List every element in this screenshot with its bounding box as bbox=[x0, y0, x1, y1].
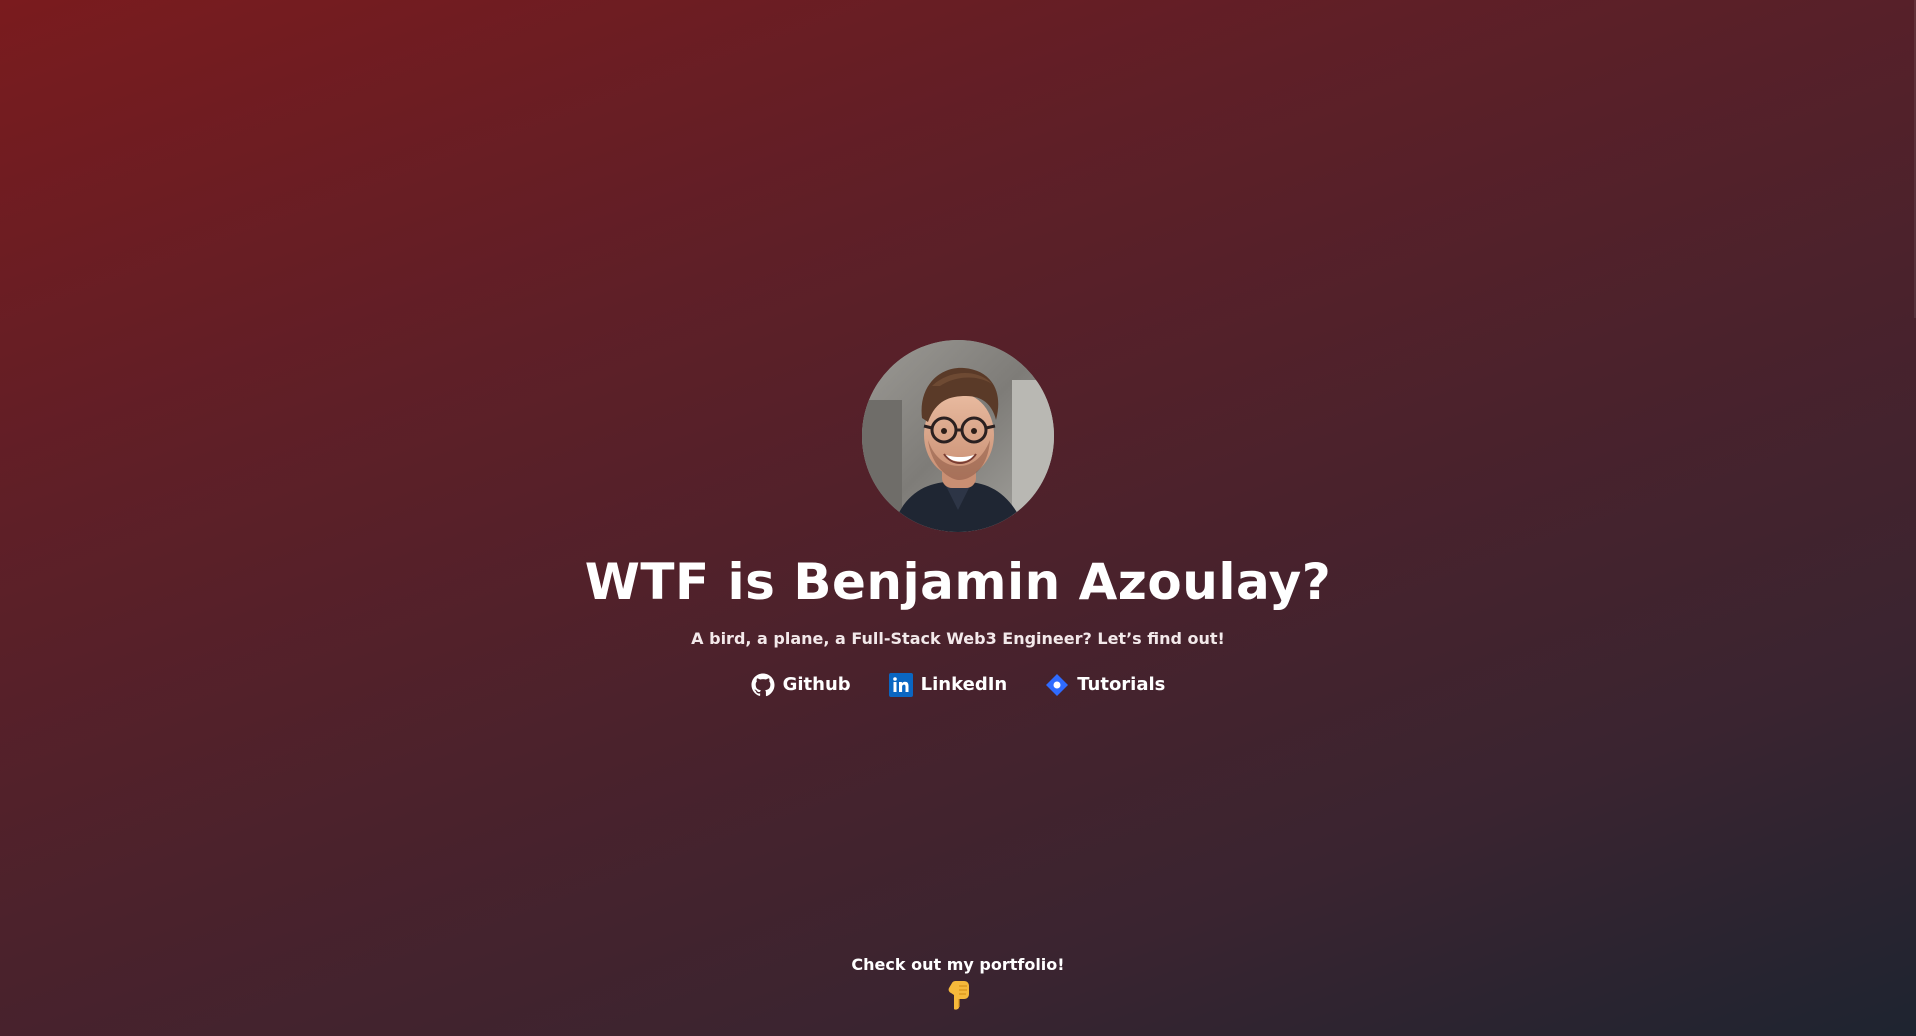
page-title: WTF is Benjamin Azoulay? bbox=[584, 553, 1332, 611]
tutorials-link[interactable]: Tutorials bbox=[1045, 672, 1165, 698]
linkedin-link-label: LinkedIn bbox=[920, 674, 1008, 695]
hero-section: WTF is Benjamin Azoulay? A bird, a plane… bbox=[0, 340, 1916, 698]
tutorials-link-label: Tutorials bbox=[1077, 674, 1166, 695]
social-links: Github LinkedIn Tutorials bbox=[751, 672, 1165, 698]
portfolio-cta-label: Check out my portfolio! bbox=[851, 955, 1065, 974]
portfolio-cta[interactable]: Check out my portfolio! bbox=[0, 954, 1916, 1010]
github-link-label: Github bbox=[782, 674, 851, 695]
linkedin-icon bbox=[888, 673, 913, 697]
linkedin-link[interactable]: LinkedIn bbox=[888, 672, 1008, 698]
github-icon bbox=[751, 673, 775, 697]
pointing-down-hand-icon bbox=[943, 980, 973, 1010]
page-subtitle: A bird, a plane, a Full-Stack Web3 Engin… bbox=[691, 629, 1225, 648]
tutorials-icon bbox=[1045, 673, 1069, 697]
github-link[interactable]: Github bbox=[751, 672, 851, 698]
avatar bbox=[862, 340, 1054, 532]
avatar-photo bbox=[862, 340, 1054, 532]
